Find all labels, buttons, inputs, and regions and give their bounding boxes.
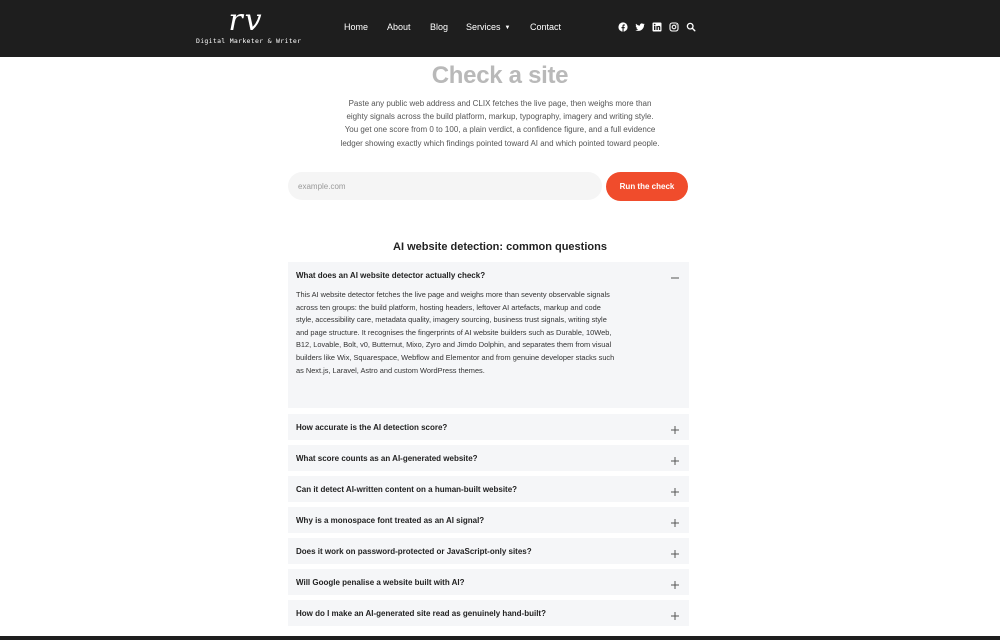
faq-item[interactable]: Does it work on password-protected or Ja…: [288, 538, 689, 564]
faq-question[interactable]: What does an AI website detector actuall…: [296, 271, 485, 280]
faq-question: Does it work on password-protected or Ja…: [296, 547, 532, 556]
expand-icon[interactable]: [670, 484, 680, 496]
expand-icon[interactable]: [670, 608, 680, 620]
nav-contact[interactable]: Contact: [530, 22, 561, 32]
faq-heading: AI website detection: common questions: [393, 241, 607, 253]
site-logo[interactable]: rv Digital Marketer & Writer: [196, 3, 302, 46]
facebook-icon[interactable]: [618, 22, 628, 32]
page-title: Check a site: [431, 62, 569, 89]
faq-item[interactable]: Why is a monospace font treated as an AI…: [288, 507, 689, 533]
run-check-button[interactable]: Run the check: [606, 172, 688, 201]
faq-question: Why is a monospace font treated as an AI…: [296, 516, 485, 525]
linkedin-icon[interactable]: [652, 22, 662, 32]
search-icon[interactable]: [686, 22, 696, 32]
collapse-icon[interactable]: [670, 270, 680, 280]
faq-item[interactable]: Will Google penalise a website built wit…: [288, 569, 689, 595]
faq-question: Can it detect AI-written content on a hu…: [296, 485, 518, 494]
instagram-icon[interactable]: [669, 22, 679, 32]
faq-question: Will Google penalise a website built wit…: [296, 578, 465, 587]
nav-services-label: Services: [466, 22, 501, 32]
hero-description: Paste any public web address and CLIX fe…: [340, 99, 660, 148]
nav-about[interactable]: About: [387, 22, 411, 32]
faq-item[interactable]: How do I make an AI-generated site read …: [288, 600, 689, 626]
nav-blog[interactable]: Blog: [430, 22, 448, 32]
faq-answer: This AI website detector fetches the liv…: [296, 290, 615, 375]
twitter-icon[interactable]: [635, 22, 645, 32]
logo-tagline: Digital Marketer & Writer: [196, 37, 302, 45]
expand-icon[interactable]: [670, 515, 680, 527]
faq-item[interactable]: What score counts as an AI-generated web…: [288, 445, 689, 471]
expand-icon[interactable]: [670, 577, 680, 589]
faq-item-expanded: What does an AI website detector actuall…: [288, 262, 689, 408]
site-header: rv Digital Marketer & Writer Home About …: [0, 0, 1000, 57]
chevron-down-icon: ▼: [504, 25, 511, 31]
nav-home[interactable]: Home: [344, 22, 368, 32]
faq-question: What score counts as an AI-generated web…: [296, 454, 478, 463]
faq-item[interactable]: How accurate is the AI detection score?: [288, 414, 689, 440]
social-links: [618, 22, 696, 32]
logo-mark: rv: [228, 3, 264, 38]
expand-icon[interactable]: [670, 453, 680, 465]
nav-services[interactable]: Services ▼: [466, 22, 510, 32]
footer-edge: [0, 636, 1000, 640]
faq-question: How do I make an AI-generated site read …: [296, 609, 546, 618]
url-input[interactable]: [288, 172, 602, 200]
expand-icon[interactable]: [670, 422, 680, 434]
faq-item[interactable]: Can it detect AI-written content on a hu…: [288, 476, 689, 502]
faq-question: How accurate is the AI detection score?: [296, 423, 448, 432]
expand-icon[interactable]: [670, 546, 680, 558]
